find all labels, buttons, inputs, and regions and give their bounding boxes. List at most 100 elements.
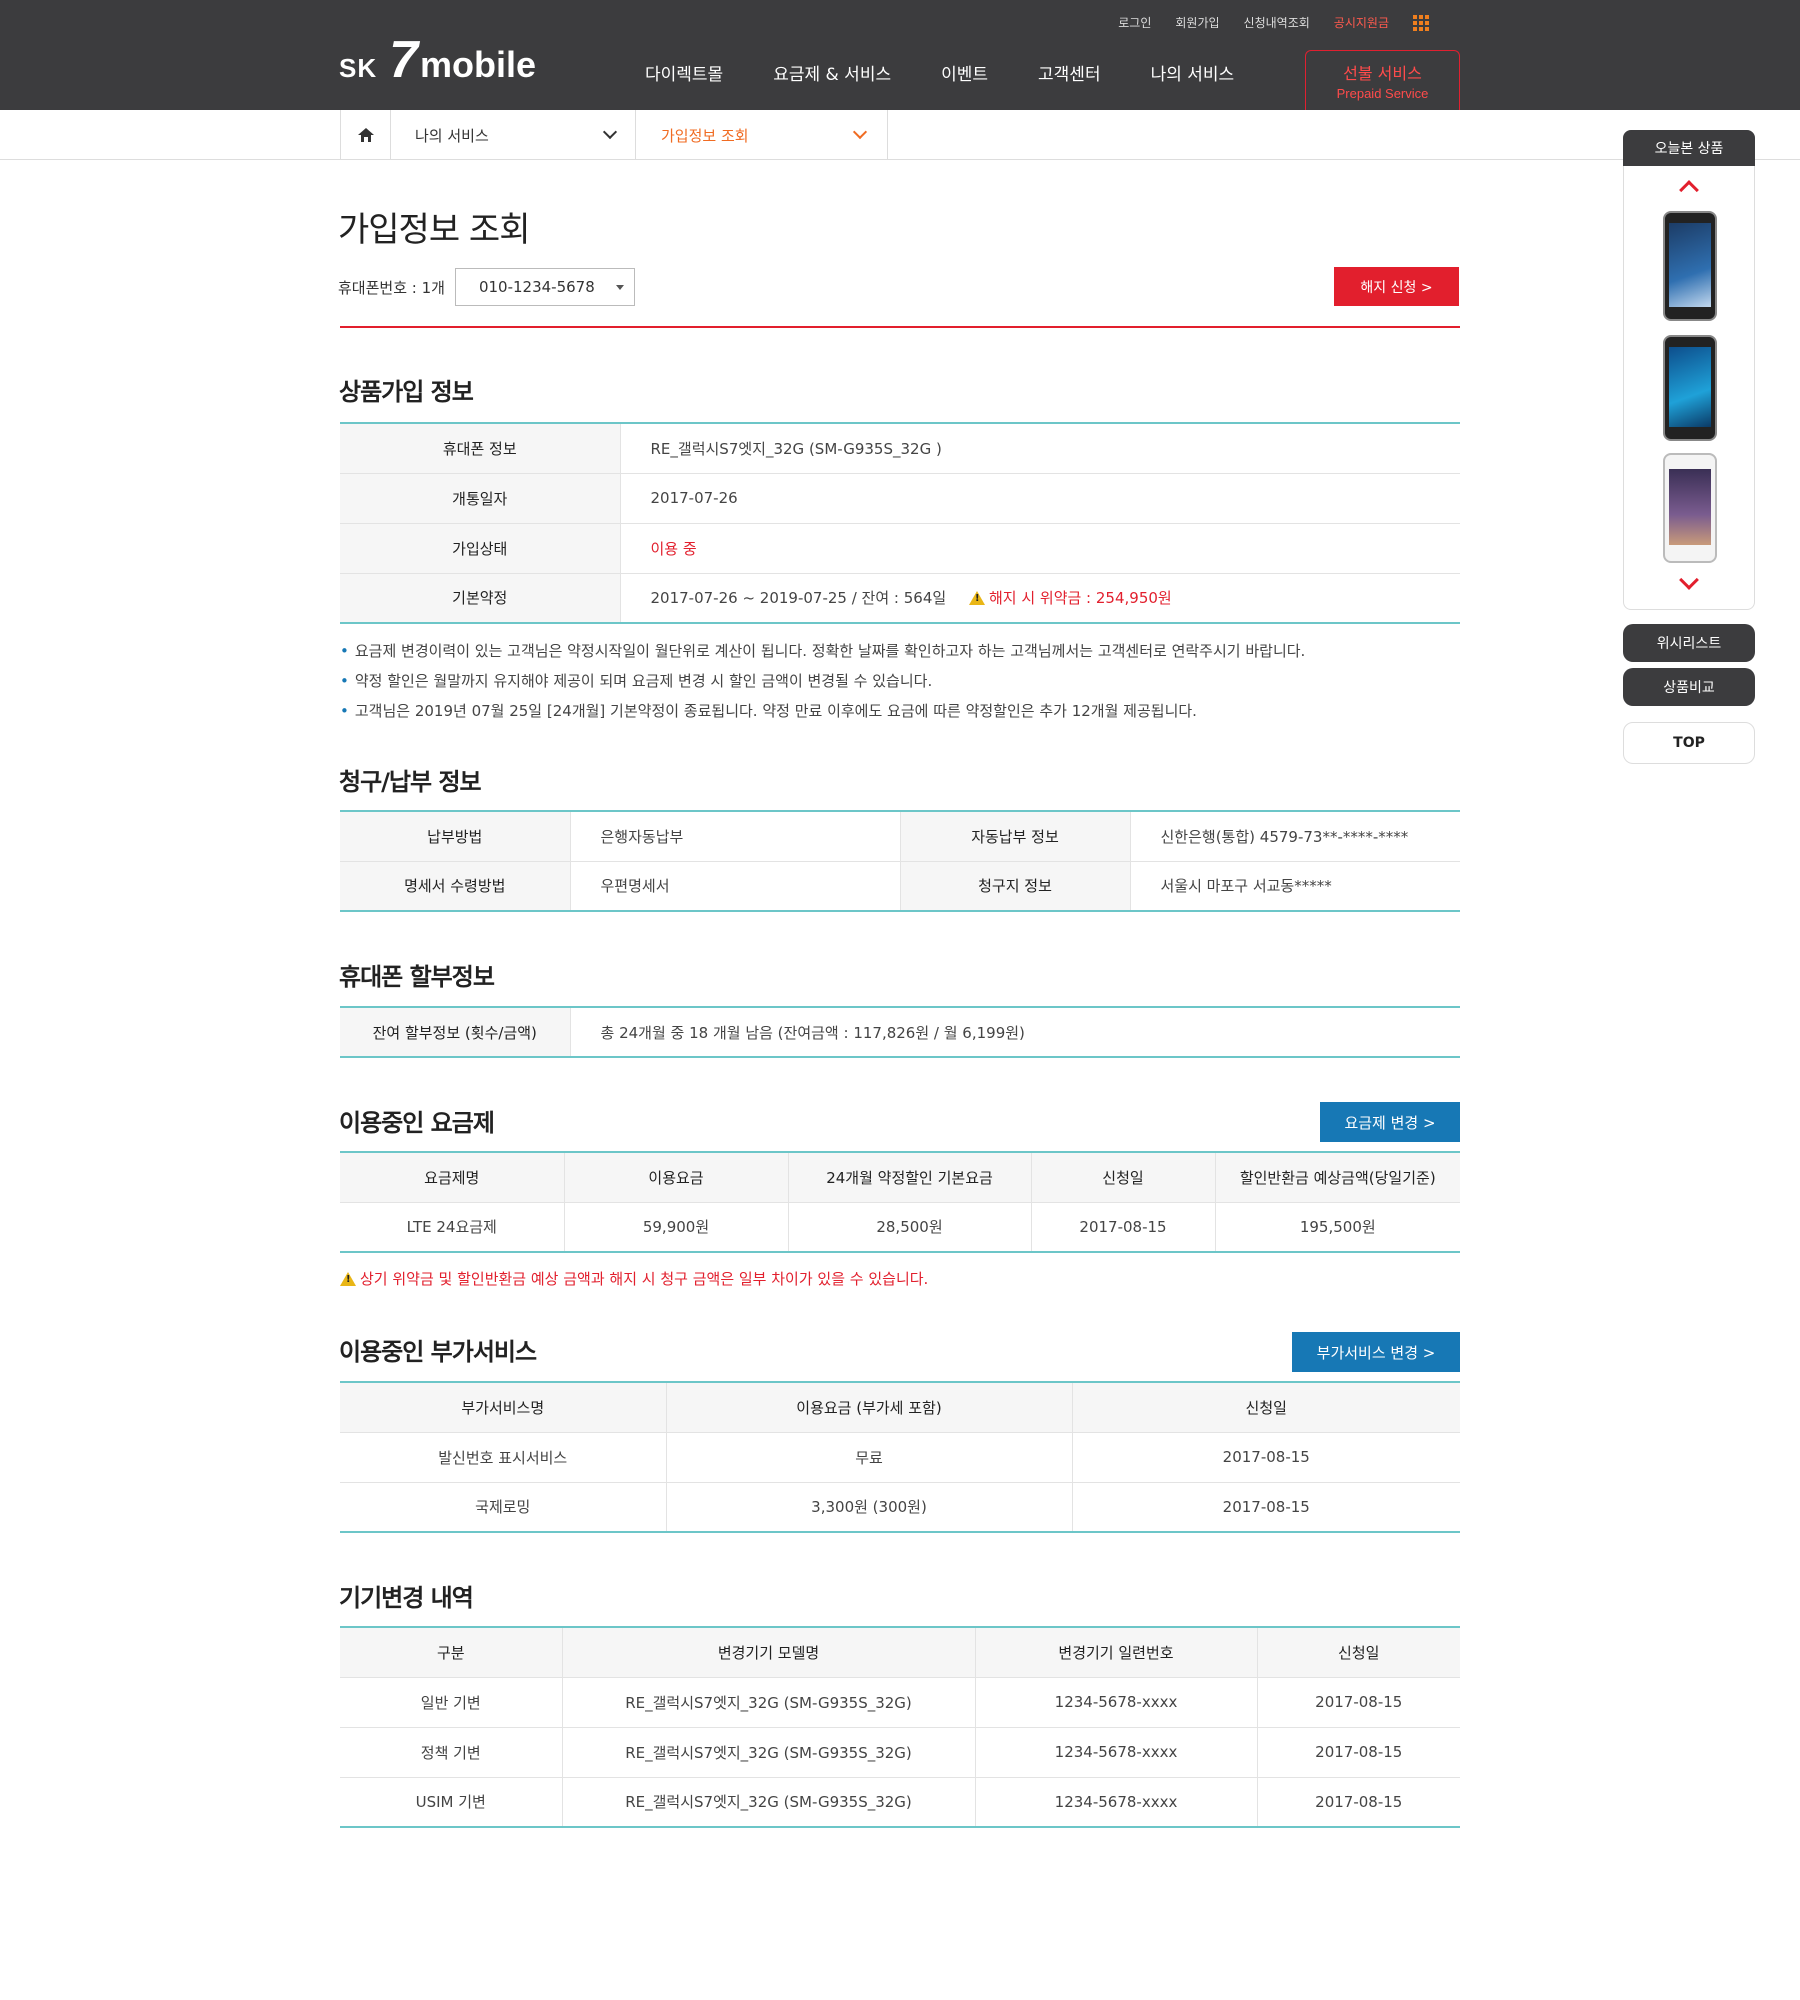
table-cell: 무료 bbox=[666, 1432, 1073, 1483]
nav-events[interactable]: 이벤트 bbox=[916, 60, 1013, 85]
table-cell: 2017-08-15 bbox=[1315, 1792, 1403, 1811]
table-cell: 2017-08-15 bbox=[1222, 1497, 1310, 1516]
table-cell: 1234-5678-xxxx bbox=[975, 1677, 1258, 1728]
subsidy-link[interactable]: 공시지원금 bbox=[1334, 14, 1389, 31]
compare-button[interactable]: 상품비교 bbox=[1623, 668, 1755, 706]
logo-mobile: mobile bbox=[420, 44, 537, 85]
change-addon-button[interactable]: 부가서비스 변경 > bbox=[1292, 1332, 1460, 1372]
table-cell: 2017-08-15 bbox=[1072, 1432, 1460, 1483]
breadcrumb-level1-select[interactable]: 나의 서비스 bbox=[391, 110, 636, 160]
recent-product-lg[interactable] bbox=[1663, 335, 1717, 441]
table-row: 일반 기변 RE_갤럭시S7엣지_32G (SM-G935S_32G) 1234… bbox=[340, 1677, 1460, 1728]
recent-product-iphone[interactable] bbox=[1663, 453, 1717, 563]
nav-my-services[interactable]: 나의 서비스 bbox=[1126, 60, 1260, 85]
section-title-plan: 이용중인 요금제 bbox=[339, 1109, 495, 1137]
table-row: USIM 기변 RE_갤럭시S7엣지_32G (SM-G935S_32G) 12… bbox=[340, 1777, 1460, 1827]
addon-table: 부가서비스명 이용요금 (부가세 포함) 신청일 발신번호 표시서비스 무료 2… bbox=[340, 1381, 1460, 1533]
row-label: 휴대폰 정보 bbox=[340, 423, 621, 474]
row-label: 납부방법 bbox=[340, 811, 571, 862]
quick-menu: 오늘본 상품 위시리스트 상품비교 TOP bbox=[1623, 130, 1755, 764]
column-header: 24개월 약정할인 기본요금 bbox=[788, 1152, 1032, 1203]
breadcrumb-level2-label: 가입정보 조회 bbox=[661, 126, 749, 145]
nav-direct-mall[interactable]: 다이렉트몰 bbox=[620, 60, 748, 85]
recent-product-galaxy[interactable] bbox=[1663, 211, 1717, 321]
notice-list: 요금제 변경이력이 있는 고객님은 약정시작일이 월단위로 계산이 됩니다. 정… bbox=[340, 636, 1305, 726]
plan-warning: 상기 위약금 및 할인반환금 예상 금액과 해지 시 청구 금액은 일부 차이가… bbox=[340, 1268, 928, 1289]
phone-number-value: 010-1234-5678 bbox=[478, 278, 595, 296]
column-header: 변경기기 모델명 bbox=[562, 1627, 976, 1678]
column-header: 신청일 bbox=[1257, 1627, 1460, 1678]
dropdown-arrow-icon bbox=[615, 285, 624, 290]
home-button[interactable] bbox=[341, 110, 391, 160]
chevron-down-icon[interactable] bbox=[1679, 570, 1699, 590]
list-item: 약정 할인은 월말까지 유지해야 제공이 되며 요금제 변경 시 할인 금액이 … bbox=[340, 666, 1305, 696]
change-plan-button[interactable]: 요금제 변경 > bbox=[1320, 1102, 1460, 1142]
column-header: 신청일 bbox=[1072, 1382, 1460, 1433]
billing-table: 납부방법 은행자동납부 자동납부 정보 신한은행(통합) 4579-73**-*… bbox=[340, 810, 1460, 912]
application-history-link[interactable]: 신청내역조회 bbox=[1244, 14, 1310, 31]
breadcrumb-level1-label: 나의 서비스 bbox=[415, 126, 489, 145]
table-row: LTE 24요금제 59,900원 28,500원 2017-08-15 195… bbox=[340, 1202, 1460, 1252]
table-cell: USIM 기변 bbox=[340, 1777, 563, 1827]
table-cell: 195,500원 bbox=[1299, 1218, 1376, 1237]
login-link[interactable]: 로그인 bbox=[1118, 14, 1151, 31]
table-cell: 발신번호 표시서비스 bbox=[340, 1432, 667, 1483]
home-icon bbox=[357, 128, 374, 142]
table-row: 개통일자 2017-07-26 bbox=[340, 473, 1460, 524]
wishlist-button[interactable]: 위시리스트 bbox=[1623, 624, 1755, 662]
table-cell: 정책 기변 bbox=[340, 1727, 563, 1778]
column-header: 부가서비스명 bbox=[340, 1382, 667, 1433]
section-title-billing: 청구/납부 정보 bbox=[339, 768, 482, 796]
row-value: 우편명세서 bbox=[570, 861, 901, 911]
list-item: 요금제 변경이력이 있는 고객님은 약정시작일이 월단위로 계산이 됩니다. 정… bbox=[340, 636, 1305, 666]
table-row: 잔여 할부정보 (횟수/금액) 총 24개월 중 18 개월 남음 (잔여금액 … bbox=[340, 1007, 1460, 1058]
row-value: 총 24개월 중 18 개월 남음 (잔여금액 : 117,826원 / 월 6… bbox=[600, 1023, 1025, 1042]
signup-link[interactable]: 회원가입 bbox=[1175, 14, 1219, 31]
table-cell: LTE 24요금제 bbox=[340, 1202, 565, 1252]
row-label: 잔여 할부정보 (횟수/금액) bbox=[340, 1007, 571, 1058]
chevron-up-icon[interactable] bbox=[1679, 180, 1699, 200]
chevron-down-icon bbox=[602, 124, 618, 140]
row-value: 2017-07-26 ~ 2019-07-25 / 잔여 : 564일 해지 시… bbox=[620, 573, 1460, 623]
installment-table: 잔여 할부정보 (횟수/금액) 총 24개월 중 18 개월 남음 (잔여금액 … bbox=[340, 1006, 1460, 1058]
phone-count-label: 휴대폰번호 : 1개 bbox=[338, 278, 445, 297]
table-row: 정책 기변 RE_갤럭시S7엣지_32G (SM-G935S_32G) 1234… bbox=[340, 1727, 1460, 1778]
row-value: RE_갤럭시S7엣지_32G (SM-G935S_32G ) bbox=[620, 423, 1460, 474]
table-header-row: 부가서비스명 이용요금 (부가세 포함) 신청일 bbox=[340, 1382, 1460, 1433]
table-cell: RE_갤럭시S7엣지_32G (SM-G935S_32G) bbox=[562, 1677, 976, 1728]
section-title-installment: 휴대폰 할부정보 bbox=[339, 963, 495, 991]
phone-number-select[interactable]: 010-1234-5678 bbox=[454, 268, 635, 306]
section-title-product-info: 상품가입 정보 bbox=[339, 378, 474, 406]
row-value: 은행자동납부 bbox=[570, 811, 901, 862]
row-value: 서울시 마포구 서교동***** bbox=[1160, 877, 1332, 896]
prepaid-service-button[interactable]: 선불 서비스 Prepaid Service bbox=[1305, 50, 1460, 110]
row-label: 가입상태 bbox=[340, 523, 621, 574]
prepaid-title: 선불 서비스 bbox=[1343, 64, 1422, 83]
table-header-row: 요금제명 이용요금 24개월 약정할인 기본요금 신청일 할인반환금 예상금액(… bbox=[340, 1152, 1460, 1203]
prepaid-subtitle: Prepaid Service bbox=[1336, 86, 1429, 101]
scroll-top-button[interactable]: TOP bbox=[1623, 722, 1755, 764]
column-header: 변경기기 일련번호 bbox=[975, 1627, 1258, 1678]
recently-viewed-panel: 오늘본 상품 bbox=[1623, 130, 1755, 610]
table-cell: 3,300원 (300원) bbox=[666, 1482, 1073, 1532]
list-item: 고객님은 2019년 07월 25일 [24개월] 기본약정이 종료됩니다. 약… bbox=[340, 696, 1305, 726]
nav-customer-center[interactable]: 고객센터 bbox=[1013, 60, 1126, 85]
table-cell: 28,500원 bbox=[788, 1202, 1032, 1252]
table-row: 납부방법 은행자동납부 자동납부 정보 신한은행(통합) 4579-73**-*… bbox=[340, 811, 1460, 862]
column-header: 요금제명 bbox=[340, 1152, 565, 1203]
cancel-subscription-button[interactable]: 해지 신청 > bbox=[1334, 267, 1459, 306]
row-label: 명세서 수령방법 bbox=[340, 861, 571, 912]
warning-icon bbox=[340, 1272, 356, 1286]
logo-seven: 7 bbox=[389, 31, 419, 89]
column-header: 할인반환금 예상금액(당일기준) bbox=[1215, 1152, 1460, 1203]
nav-plans-services[interactable]: 요금제 & 서비스 bbox=[748, 60, 916, 85]
table-row: 국제로밍 3,300원 (300원) 2017-08-15 bbox=[340, 1482, 1460, 1532]
breadcrumb-level2-select[interactable]: 가입정보 조회 bbox=[636, 110, 888, 160]
warning-icon bbox=[968, 591, 985, 606]
table-cell: 국제로밍 bbox=[340, 1482, 667, 1532]
table-cell: 2017-08-15 bbox=[1257, 1727, 1460, 1778]
penalty-warning: 해지 시 위약금 : 254,950원 bbox=[988, 589, 1172, 608]
sk7mobile-logo[interactable]: SK 7 mobile bbox=[339, 31, 537, 89]
all-menu-icon[interactable] bbox=[1413, 14, 1429, 31]
column-header: 이용요금 bbox=[564, 1152, 789, 1203]
